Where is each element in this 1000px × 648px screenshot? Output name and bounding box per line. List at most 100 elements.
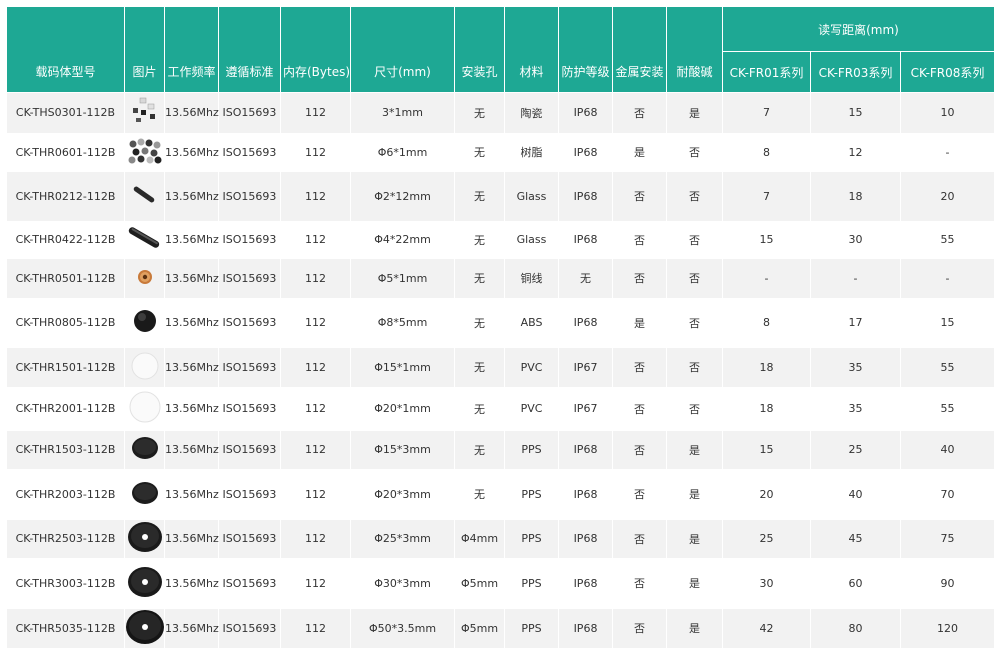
memory-cell: 112 [280,468,351,520]
header-image: 图片 [124,6,165,93]
fr03-distance-cell: 45 [810,519,901,558]
material-cell: PPS [504,430,559,469]
acid-resistance-cell: 否 [666,171,723,221]
metal-mounting-cell: 否 [612,468,667,520]
header-material: 材料 [504,6,559,93]
image-cell [124,132,165,172]
frequency-cell: 13.56Mhz [164,468,219,520]
table-row: CK-THR1503-112B 13.56Mhz ISO15693 112 Φ15*3m… [6,430,996,469]
metal-mounting-cell: 否 [612,386,667,431]
header-acid-resistance: 耐酸碱 [666,6,723,93]
size-cell: Φ15*3mm [350,430,455,469]
acid-resistance-cell: 否 [666,386,723,431]
metal-mounting-cell: 否 [612,258,667,298]
image-cell [124,92,165,133]
fr08-distance-cell: 10 [899,92,996,133]
header-fr01: CK-FR01系列 [722,51,811,93]
rfid-tag-spec-table: 载码体型号 图片 工作频率 遵循标准 内存(Bytes) 尺寸(mm) 安装孔 … [6,6,996,648]
header-fr03: CK-FR03系列 [810,51,901,93]
fr01-distance-cell: 42 [722,608,811,648]
image-cell [124,519,165,558]
abs-dome-icon [130,306,160,339]
standard-cell: ISO15693 [218,519,281,558]
standard-cell: ISO15693 [218,347,281,387]
header-metal-mounting: 金属安装 [612,6,667,93]
memory-cell: 112 [280,220,351,259]
protection-level-cell: 无 [558,258,613,298]
size-cell: Φ5*1mm [350,258,455,298]
frequency-cell: 13.56Mhz [164,220,219,259]
memory-cell: 112 [280,297,351,348]
memory-cell: 112 [280,430,351,469]
fr01-distance-cell: 8 [722,132,811,172]
glass-tube-small-icon [128,180,162,213]
memory-cell: 112 [280,258,351,298]
metal-mounting-cell: 否 [612,608,667,648]
material-cell: PVC [504,386,559,431]
fr08-distance-cell: 90 [899,557,996,609]
header-fr08: CK-FR08系列 [899,51,996,93]
mounting-hole-cell: 无 [454,92,505,133]
spec-table-body: CK-THS0301-112B 13.56Mhz ISO15693 112 3*1mm 无… [6,92,996,648]
mounting-hole-cell: Φ5mm [454,608,505,648]
copper-coil-icon [130,262,160,295]
pvc-disc-small-icon [128,351,162,384]
header-memory: 内存(Bytes) [280,6,351,93]
acid-resistance-cell: 否 [666,347,723,387]
memory-cell: 112 [280,386,351,431]
fr03-distance-cell: 18 [810,171,901,221]
pps-washer-large-icon [125,609,165,648]
acid-resistance-cell: 是 [666,468,723,520]
size-cell: Φ2*12mm [350,171,455,221]
fr08-distance-cell: 55 [899,386,996,431]
standard-cell: ISO15693 [218,297,281,348]
image-cell [124,220,165,259]
table-row: CK-THR0805-112B 13.56Mhz ISO15693 112 Φ8*5mm… [6,297,996,348]
frequency-cell: 13.56Mhz [164,430,219,469]
image-cell [124,171,165,221]
header-frequency: 工作频率 [164,6,219,93]
protection-level-cell: IP68 [558,557,613,609]
protection-level-cell: IP68 [558,430,613,469]
header-model: 载码体型号 [6,6,125,93]
header-standard: 遵循标准 [218,6,281,93]
material-cell: ABS [504,297,559,348]
memory-cell: 112 [280,171,351,221]
size-cell: Φ15*1mm [350,347,455,387]
glass-tube-large-icon [127,223,163,256]
mounting-hole-cell: Φ5mm [454,557,505,609]
frequency-cell: 13.56Mhz [164,608,219,648]
fr08-distance-cell: 70 [899,468,996,520]
fr03-distance-cell: 17 [810,297,901,348]
frequency-cell: 13.56Mhz [164,297,219,348]
fr08-distance-cell: - [899,258,996,298]
standard-cell: ISO15693 [218,171,281,221]
acid-resistance-cell: 是 [666,557,723,609]
metal-mounting-cell: 否 [612,171,667,221]
pvc-disc-large-icon [127,391,163,426]
table-row: CK-THR2503-112B 13.56Mhz ISO15693 112 Φ25*3m… [6,519,996,558]
metal-mounting-cell: 是 [612,297,667,348]
fr08-distance-cell: 15 [899,297,996,348]
acid-resistance-cell: 否 [666,258,723,298]
fr08-distance-cell: 55 [899,220,996,259]
frequency-cell: 13.56Mhz [164,557,219,609]
image-cell [124,608,165,648]
protection-level-cell: IP68 [558,519,613,558]
image-cell [124,468,165,520]
size-cell: Φ50*3.5mm [350,608,455,648]
material-cell: 陶瓷 [504,92,559,133]
material-cell: Glass [504,220,559,259]
ceramic-chips-icon [128,96,162,129]
protection-level-cell: IP68 [558,92,613,133]
model-cell: CK-THR1501-112B [6,347,125,387]
memory-cell: 112 [280,608,351,648]
protection-level-cell: IP68 [558,220,613,259]
model-cell: CK-THR0422-112B [6,220,125,259]
fr01-distance-cell: 15 [722,220,811,259]
standard-cell: ISO15693 [218,92,281,133]
fr01-distance-cell: 15 [722,430,811,469]
mounting-hole-cell: Φ4mm [454,519,505,558]
material-cell: PPS [504,608,559,648]
memory-cell: 112 [280,557,351,609]
